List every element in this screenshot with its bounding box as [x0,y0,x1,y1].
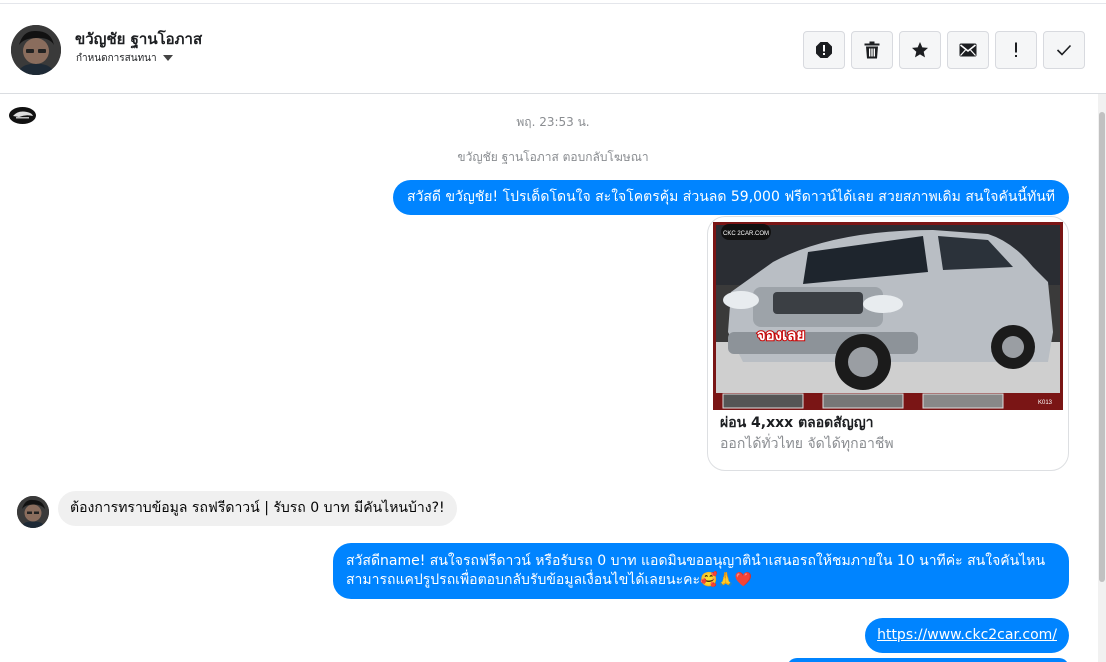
card-title: ผ่อน 4,xxx ตลอดสัญญา [720,415,874,431]
message-emoji: 🥰🙏❤️ [700,572,753,588]
image-watermark: CKC 2CAR.COM [723,231,769,237]
mark-important-button[interactable] [995,31,1037,69]
report-button[interactable] [803,31,845,69]
outgoing-message[interactable]: สวัสดีname! สนใจรถฟรีดาวน์ หรือรับรถ 0 บ… [333,543,1069,599]
outgoing-message-partial[interactable] [787,658,1069,662]
message-text: สวัสดีname! สนใจรถฟรีดาวน์ หรือรับรถ 0 บ… [346,553,1046,588]
important-icon [1015,42,1017,57]
system-note: ขวัญชัย ฐานโอภาส ตอบกลับโฆษณา [457,150,649,164]
window-top-edge [0,0,1106,4]
report-icon [816,42,832,58]
mark-done-button[interactable] [1043,31,1085,69]
image-code: K013 [1038,400,1053,406]
thread-scrollbar[interactable] [1098,94,1106,662]
contact-avatar[interactable] [11,25,61,75]
contact-name: ขวัญชัย ฐานโอภาส [75,30,203,48]
assign-conversation-label: กำหนดการสนทนา [76,53,157,64]
delete-button[interactable] [851,31,893,69]
reserve-stamp: จองเลย [757,326,805,344]
check-icon [1056,44,1072,56]
car-image: CKC 2CAR.COM จองเลย K013 [713,222,1063,410]
incoming-message[interactable]: ต้องการทราบข้อมูล รถฟรีดาวน์ | รับรถ 0 บ… [58,491,457,526]
conversation-header: ขวัญชัย ฐานโอภาส กำหนดการสนทนา [0,5,1106,94]
assign-conversation-dropdown[interactable]: กำหนดการสนทนา [76,51,173,66]
trash-icon [864,41,880,59]
caret-down-icon [162,55,173,61]
star-button[interactable] [899,31,941,69]
mark-unread-button[interactable] [947,31,989,69]
card-subtitle: ออกได้ทั่วไทย จัดได้ทุกอาชีพ [720,436,894,452]
scrollbar-thumb[interactable] [1099,112,1105,582]
star-icon [912,42,928,58]
sender-avatar[interactable] [17,496,49,528]
mail-icon [959,43,977,57]
conversation-actions [803,31,1085,69]
message-timestamp: พฤ. 23:53 น. [516,115,590,129]
outgoing-message[interactable]: สวัสดี ขวัญชัย! โปรเด็ดโดนใจ สะใจโคตรคุ้… [392,180,1069,215]
outgoing-link-message[interactable]: https://www.ckc2car.com/ [865,618,1069,653]
ad-card[interactable]: CKC 2CAR.COM จองเลย K013 ผ่อน 4,xxx ตลอด… [707,216,1069,471]
website-link[interactable]: https://www.ckc2car.com/ [877,627,1057,643]
